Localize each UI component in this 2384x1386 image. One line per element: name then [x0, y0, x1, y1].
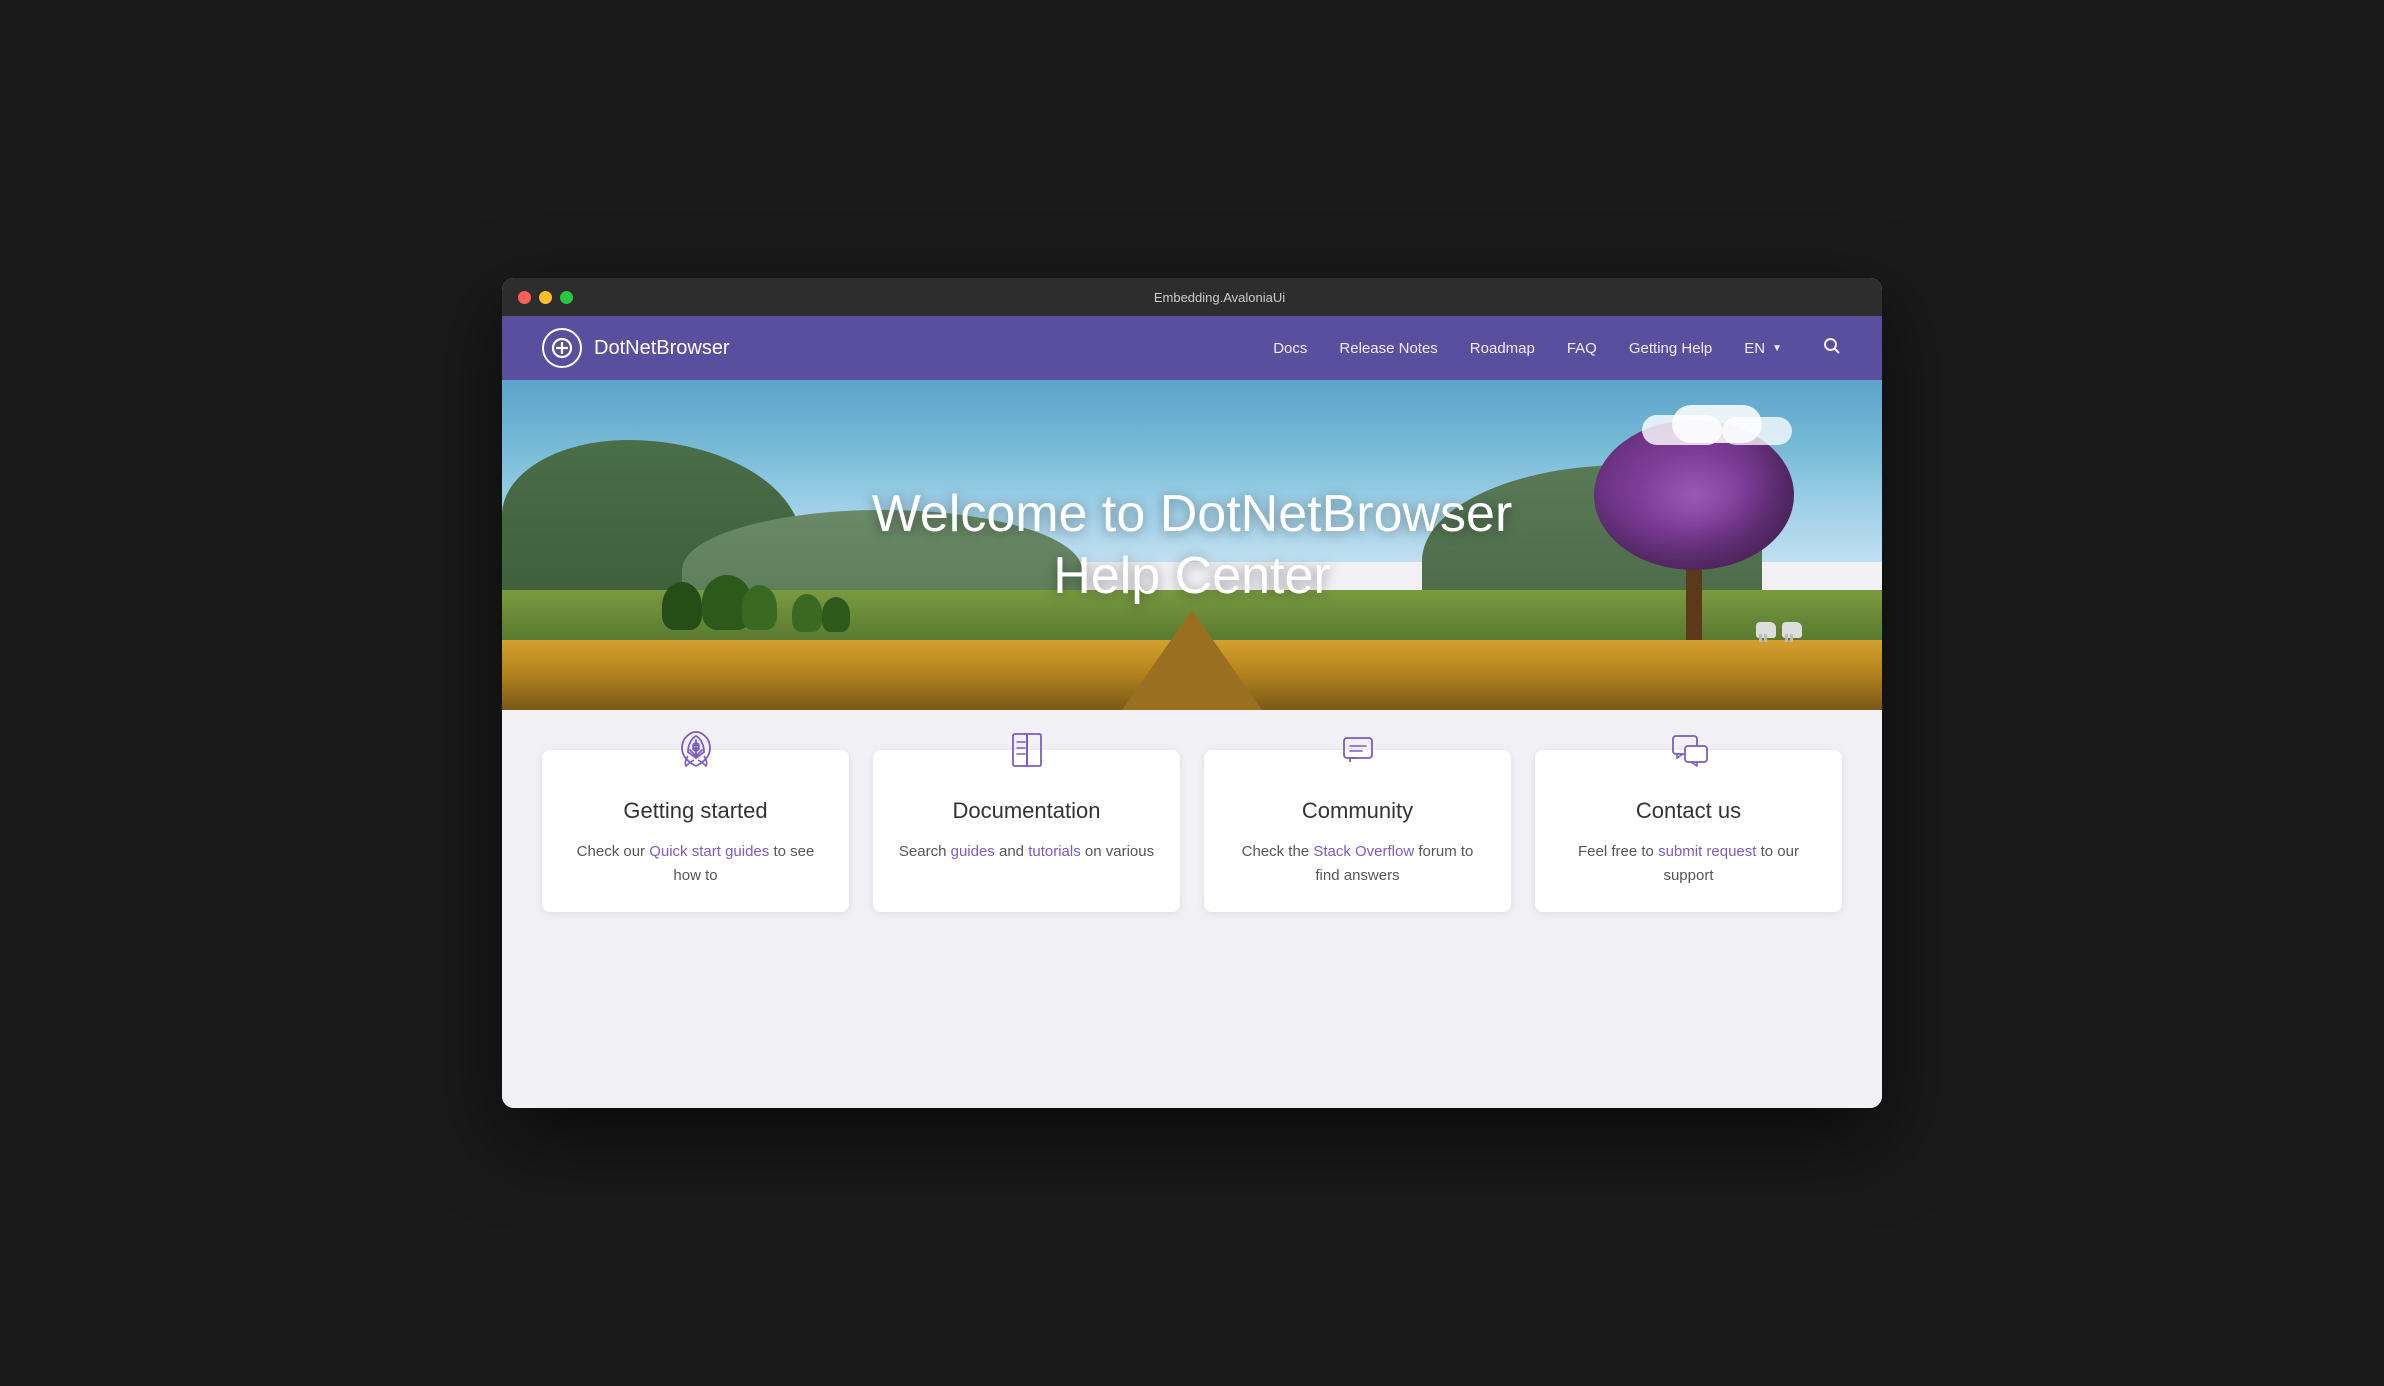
stackoverflow-link[interactable]: Stack Overflow [1313, 843, 1414, 860]
maximize-button[interactable] [560, 291, 573, 304]
close-button[interactable] [518, 291, 531, 304]
search-icon [1822, 336, 1842, 356]
documentation-text: Search guides and tutorials on various [897, 840, 1156, 864]
chat-icon [1336, 728, 1380, 772]
navbar: DotNetBrowser Docs Release Notes Roadmap… [502, 316, 1882, 380]
search-button[interactable] [1822, 336, 1842, 361]
nav-links: Docs Release Notes Roadmap FAQ Getting H… [1273, 336, 1842, 361]
logo-icon [551, 337, 573, 359]
rocket-icon [674, 728, 718, 772]
hero-title: Welcome to DotNetBrowser Help Center [872, 483, 1513, 608]
documentation-title: Documentation [897, 798, 1156, 824]
window-title: Embedding.AvaloniaUi [573, 290, 1866, 305]
cards-section: Getting started Check our Quick start gu… [502, 710, 1882, 1108]
getting-started-title: Getting started [566, 798, 825, 824]
language-selector[interactable]: EN ▼ [1744, 340, 1782, 357]
contact-icon [1667, 728, 1711, 772]
nav-faq[interactable]: FAQ [1567, 340, 1597, 357]
browser-content: DotNetBrowser Docs Release Notes Roadmap… [502, 316, 1882, 1108]
getting-started-text: Check our Quick start guides to see how … [566, 840, 825, 888]
hero-overlay: Welcome to DotNetBrowser Help Center [502, 380, 1882, 710]
book-icon [1005, 728, 1049, 772]
community-card: Community Check the Stack Overflow forum… [1204, 750, 1511, 912]
hero-title-line2: Help Center [872, 545, 1513, 607]
community-icon-wrapper [1330, 722, 1386, 778]
cards-grid: Getting started Check our Quick start gu… [542, 750, 1842, 912]
contact-us-icon-wrapper [1661, 722, 1717, 778]
browser-window: Embedding.AvaloniaUi DotNetBrowser Docs … [502, 278, 1882, 1108]
brand: DotNetBrowser [542, 328, 730, 368]
community-text: Check the Stack Overflow forum to find a… [1228, 840, 1487, 888]
chevron-down-icon: ▼ [1772, 343, 1782, 354]
nav-roadmap[interactable]: Roadmap [1470, 340, 1535, 357]
traffic-lights [518, 291, 573, 304]
quick-start-guides-link[interactable]: Quick start guides [649, 843, 769, 860]
getting-started-card: Getting started Check our Quick start gu… [542, 750, 849, 912]
documentation-icon-wrapper [999, 722, 1055, 778]
brand-icon [542, 328, 582, 368]
nav-release-notes[interactable]: Release Notes [1339, 340, 1437, 357]
community-title: Community [1228, 798, 1487, 824]
contact-us-title: Contact us [1559, 798, 1818, 824]
submit-request-link[interactable]: submit request [1658, 843, 1756, 860]
nav-docs[interactable]: Docs [1273, 340, 1307, 357]
getting-started-icon-wrapper [668, 722, 724, 778]
hero-title-line1: Welcome to DotNetBrowser [872, 483, 1513, 545]
minimize-button[interactable] [539, 291, 552, 304]
contact-us-text: Feel free to submit request to our suppo… [1559, 840, 1818, 888]
contact-us-card: Contact us Feel free to submit request t… [1535, 750, 1842, 912]
nav-getting-help[interactable]: Getting Help [1629, 340, 1712, 357]
brand-name: DotNetBrowser [594, 337, 730, 360]
lang-label: EN [1744, 340, 1765, 357]
hero-section: Welcome to DotNetBrowser Help Center [502, 380, 1882, 710]
documentation-card: Documentation Search guides and tutorial… [873, 750, 1180, 912]
tutorials-link[interactable]: tutorials [1028, 843, 1081, 860]
titlebar: Embedding.AvaloniaUi [502, 278, 1882, 316]
hero-text-block: Welcome to DotNetBrowser Help Center [872, 483, 1513, 608]
guides-link[interactable]: guides [951, 843, 995, 860]
